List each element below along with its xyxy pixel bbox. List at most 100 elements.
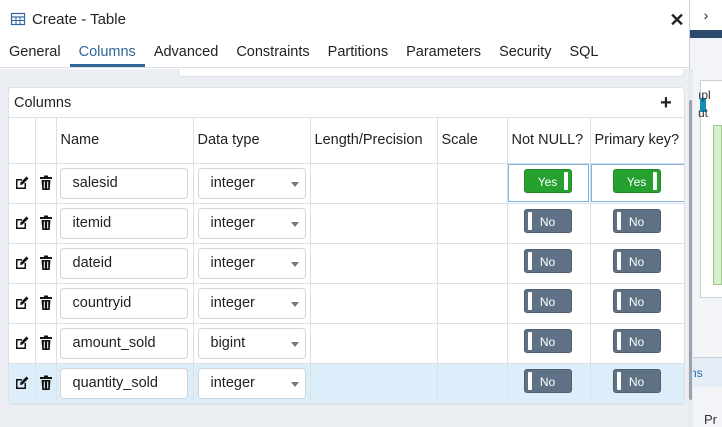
not-null-toggle[interactable]: No [523, 288, 572, 313]
tabs-next-icon[interactable]: › [690, 0, 722, 30]
trash-icon [39, 215, 52, 230]
primary-key-toggle[interactable]: No [612, 328, 661, 353]
edit-cell[interactable] [9, 243, 36, 284]
scale-cell[interactable] [437, 203, 508, 244]
column-name-input[interactable]: itemid [59, 207, 188, 239]
toggle-label: No [539, 294, 556, 309]
data-type-select[interactable]: bigint [197, 327, 306, 359]
column-header-length[interactable]: Length/Precision [310, 118, 438, 164]
edit-cell[interactable] [9, 363, 36, 404]
name-cell: dateid [56, 243, 194, 284]
not-null-toggle[interactable]: No [523, 248, 572, 273]
name-cell: salesid [56, 163, 194, 204]
primary-key-toggle[interactable]: No [612, 288, 661, 313]
dialog-titlebar[interactable]: Create - Table [0, 0, 689, 38]
delete-cell[interactable] [35, 283, 57, 324]
background-tab[interactable]: ns [688, 357, 722, 387]
column-header-name[interactable]: Name [56, 118, 194, 164]
column-header-edit [9, 118, 36, 164]
edit-cell[interactable] [9, 203, 36, 244]
scale-cell[interactable] [437, 163, 508, 204]
table-row[interactable]: dateid integer No No [9, 243, 684, 284]
column-name-input[interactable]: quantity_sold [59, 367, 188, 399]
scale-cell[interactable] [437, 323, 508, 364]
edit-row-button[interactable] [9, 244, 35, 283]
column-name-input[interactable]: amount_sold [59, 327, 188, 359]
data-type-select[interactable]: integer [197, 287, 306, 319]
edit-row-button[interactable] [9, 164, 35, 203]
add-column-button[interactable]: + [656, 92, 676, 114]
delete-cell[interactable] [35, 363, 57, 404]
delete-row-button[interactable] [36, 284, 56, 323]
delete-row-button[interactable] [36, 244, 56, 283]
delete-cell[interactable] [35, 243, 57, 284]
scale-cell[interactable] [437, 283, 508, 324]
not-null-toggle[interactable]: No [523, 368, 572, 393]
tab-constraints[interactable]: Constraints [227, 38, 318, 67]
tab-sql[interactable]: SQL [560, 38, 607, 67]
edit-row-button[interactable] [9, 364, 35, 403]
table-row[interactable]: countryid integer No No [9, 283, 684, 324]
tab-columns[interactable]: Columns [69, 38, 145, 67]
scale-cell[interactable] [437, 243, 508, 284]
chevron-down-icon [290, 301, 299, 307]
table-row[interactable]: salesid integer Yes Yes [9, 163, 684, 204]
edit-cell[interactable] [9, 323, 36, 364]
length-cell[interactable] [310, 283, 438, 324]
background-green-bar [713, 125, 722, 285]
chevron-down-icon [290, 341, 299, 347]
not-null-toggle[interactable]: No [523, 208, 572, 233]
column-name-input[interactable]: dateid [59, 247, 188, 279]
delete-cell[interactable] [35, 323, 57, 364]
column-header-scale[interactable]: Scale [437, 118, 508, 164]
scale-cell[interactable] [437, 363, 508, 404]
tab-partitions[interactable]: Partitions [319, 38, 397, 67]
column-name-input[interactable]: countryid [59, 287, 188, 319]
not-null-toggle[interactable]: Yes [523, 168, 572, 193]
data-type-select[interactable]: integer [197, 167, 306, 199]
edit-row-button[interactable] [9, 204, 35, 243]
edit-icon [15, 216, 29, 229]
not-null-toggle[interactable]: No [523, 328, 572, 353]
primary-key-toggle[interactable]: No [612, 368, 661, 393]
table-row[interactable]: amount_sold bigint No No [9, 323, 684, 364]
toggle-label: No [539, 214, 556, 229]
edit-row-button[interactable] [9, 324, 35, 363]
data-type-select[interactable]: integer [197, 247, 306, 279]
delete-cell[interactable] [35, 163, 57, 204]
delete-row-button[interactable] [36, 204, 56, 243]
edit-cell[interactable] [9, 283, 36, 324]
primary-key-toggle[interactable]: Yes [612, 168, 661, 193]
length-cell[interactable] [310, 363, 438, 404]
table-row[interactable]: itemid integer No No [9, 203, 684, 244]
tab-security[interactable]: Security [490, 38, 560, 67]
delete-row-button[interactable] [36, 364, 56, 403]
data-type-select[interactable]: integer [197, 207, 306, 239]
edit-cell[interactable] [9, 163, 36, 204]
toggle-label: Yes [626, 174, 647, 189]
length-cell[interactable] [310, 163, 438, 204]
column-name-input[interactable]: salesid [59, 167, 188, 199]
tab-general[interactable]: General [0, 38, 70, 67]
delete-cell[interactable] [35, 203, 57, 244]
tab-parameters[interactable]: Parameters [397, 38, 490, 67]
data-type-select[interactable]: integer [197, 367, 306, 399]
table-row[interactable]: quantity_sold integer No No [9, 363, 684, 404]
column-header-not-null[interactable]: Not NULL? [507, 118, 591, 164]
length-cell[interactable] [310, 243, 438, 284]
edit-icon [15, 296, 29, 309]
length-cell[interactable] [310, 203, 438, 244]
primary-key-cell: No [590, 283, 684, 324]
edit-row-button[interactable] [9, 284, 35, 323]
primary-key-toggle[interactable]: No [612, 248, 661, 273]
close-icon[interactable]: ✕ [667, 10, 687, 30]
delete-row-button[interactable] [36, 164, 56, 203]
column-header-data-type[interactable]: Data type [193, 118, 311, 164]
data-type-value: integer [210, 254, 255, 271]
length-cell[interactable] [310, 323, 438, 364]
dialog-scrollbar-thumb[interactable] [689, 100, 692, 400]
delete-row-button[interactable] [36, 324, 56, 363]
tab-advanced[interactable]: Advanced [145, 38, 228, 67]
column-header-primary-key[interactable]: Primary key? [590, 118, 684, 164]
primary-key-toggle[interactable]: No [612, 208, 661, 233]
